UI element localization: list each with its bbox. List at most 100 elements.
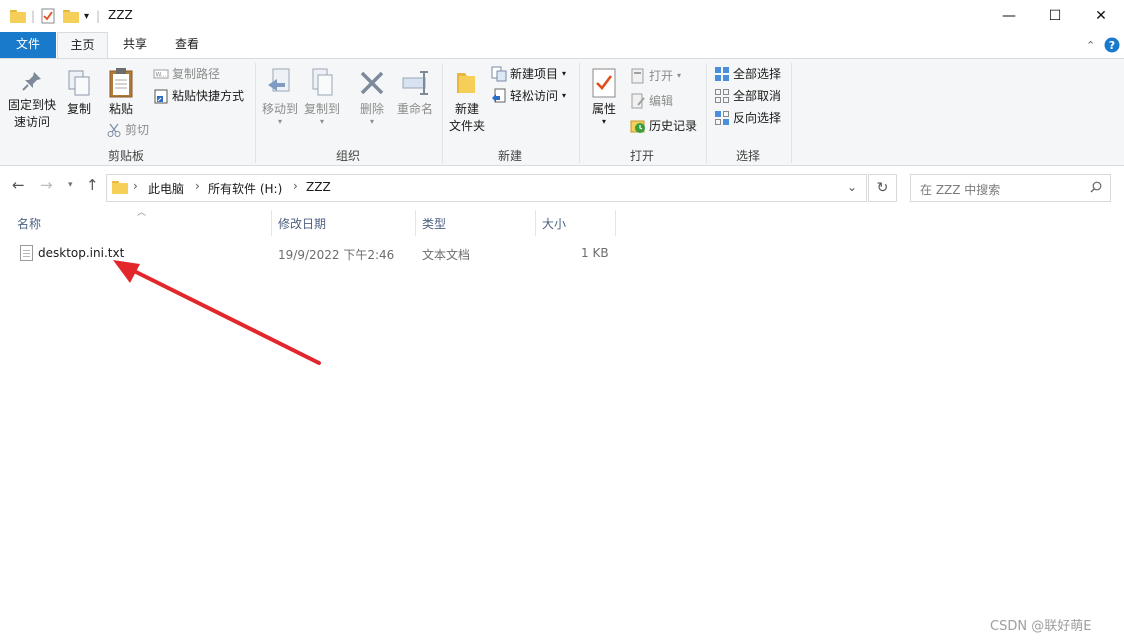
new-item-icon bbox=[491, 66, 507, 82]
column-divider[interactable] bbox=[535, 210, 536, 236]
column-divider[interactable] bbox=[415, 210, 416, 236]
file-modified: 19/9/2022 下午2:46 bbox=[278, 248, 395, 262]
new-item-button[interactable]: 新建项目 ▾ bbox=[491, 64, 566, 84]
group-label-open: 打开 bbox=[629, 149, 654, 163]
group-separator bbox=[255, 63, 256, 163]
forward-arrow-icon[interactable]: → bbox=[40, 176, 53, 194]
breadcrumb-drive[interactable]: 所有软件 (H:) bbox=[208, 180, 282, 197]
breadcrumb-separator[interactable]: › bbox=[133, 179, 138, 193]
open-button[interactable]: 打开 ▾ bbox=[630, 66, 681, 86]
edit-button[interactable]: 编辑 bbox=[630, 91, 673, 111]
file-type: 文本文档 bbox=[422, 248, 471, 262]
column-header-type[interactable]: 类型 bbox=[422, 215, 446, 232]
up-arrow-icon[interactable]: ↑ bbox=[86, 176, 99, 194]
history-button[interactable]: 历史记录 bbox=[630, 116, 697, 136]
breadcrumb-separator[interactable]: › bbox=[293, 179, 298, 193]
group-label-clipboard: 剪贴板 bbox=[107, 149, 144, 163]
back-arrow-icon[interactable]: ← bbox=[12, 176, 25, 194]
delete-button[interactable]: 删除 ▾ bbox=[354, 67, 390, 126]
customize-toolbar-icon[interactable]: ▾ bbox=[84, 7, 89, 25]
address-dropdown-icon[interactable]: ⌄ bbox=[847, 180, 857, 194]
file-row[interactable]: desktop.ini.txt 19/9/2022 下午2:46 文本文档 1 … bbox=[14, 243, 624, 265]
tab-view[interactable]: 查看 bbox=[164, 32, 210, 58]
sort-ascending-icon: ︿ bbox=[137, 208, 147, 218]
group-separator bbox=[791, 63, 792, 163]
new-folder-icon bbox=[457, 73, 475, 93]
group-label-organize: 组织 bbox=[335, 149, 360, 163]
rename-button[interactable]: 重命名 bbox=[394, 67, 436, 118]
copy-button[interactable]: 复制 bbox=[62, 69, 96, 118]
copy-icon bbox=[68, 70, 90, 96]
new-folder-quick-icon[interactable] bbox=[63, 7, 79, 25]
column-divider[interactable] bbox=[615, 210, 616, 236]
copy-to-button[interactable]: 复制到 ▾ bbox=[302, 67, 342, 126]
text-file-icon bbox=[20, 245, 33, 261]
pin-icon bbox=[22, 72, 41, 91]
tab-share[interactable]: 共享 bbox=[112, 32, 158, 58]
move-to-button[interactable]: 移动到 ▾ bbox=[260, 67, 300, 126]
properties-quick-icon[interactable] bbox=[41, 7, 55, 25]
svg-text:?: ? bbox=[1109, 39, 1115, 52]
divider: | bbox=[31, 9, 36, 23]
ribbon-tabs: 文件 主页 共享 查看 ⌃ ? bbox=[0, 32, 1124, 58]
new-folder-button[interactable]: 新建 文件夹 bbox=[446, 69, 488, 135]
folder-icon bbox=[112, 181, 128, 194]
breadcrumb-separator[interactable]: › bbox=[195, 179, 200, 193]
maximize-button[interactable]: ☐ bbox=[1032, 0, 1078, 32]
group-label-new: 新建 bbox=[497, 149, 522, 163]
file-size: 1 KB bbox=[581, 246, 609, 260]
invert-selection-button[interactable]: 反向选择 bbox=[714, 108, 781, 128]
watermark: CSDN @联好萌E bbox=[990, 619, 1092, 634]
group-separator bbox=[442, 63, 443, 163]
breadcrumb-current-folder[interactable]: ZZZ bbox=[306, 180, 331, 194]
divider: | bbox=[96, 9, 101, 23]
select-all-button[interactable]: 全部选择 bbox=[714, 64, 781, 84]
refresh-button[interactable]: ↻ bbox=[868, 174, 897, 202]
search-input[interactable]: 在 ZZZ 中搜索 bbox=[920, 181, 1000, 198]
close-button[interactable]: ✕ bbox=[1078, 0, 1124, 32]
tab-home[interactable]: 主页 bbox=[57, 32, 108, 58]
select-none-icon bbox=[714, 88, 730, 104]
copy-path-button[interactable]: W... 复制路径 bbox=[153, 64, 220, 84]
copy-to-icon bbox=[312, 68, 333, 96]
properties-button[interactable]: 属性 ▾ bbox=[586, 67, 622, 126]
select-none-button[interactable]: 全部取消 bbox=[714, 86, 781, 106]
paste-shortcut-button[interactable]: 粘贴快捷方式 bbox=[153, 86, 244, 106]
ribbon: 固定到快 速访问 复制 粘贴 W... 复制路径 粘贴快捷方式 剪切 剪贴板 移… bbox=[0, 58, 1124, 166]
recent-locations-icon[interactable]: ▾ bbox=[68, 180, 73, 190]
column-divider[interactable] bbox=[271, 210, 272, 236]
address-bar[interactable]: › 此电脑 › 所有软件 (H:) › ZZZ ⌄ bbox=[106, 174, 867, 202]
paste-shortcut-icon bbox=[153, 88, 169, 104]
help-icon[interactable]: ? bbox=[1104, 32, 1120, 58]
open-icon bbox=[630, 68, 646, 84]
easy-access-icon bbox=[491, 88, 507, 104]
group-separator bbox=[579, 63, 580, 163]
group-label-select: 选择 bbox=[735, 149, 760, 163]
search-icon bbox=[1090, 181, 1102, 193]
paste-button[interactable]: 粘贴 bbox=[104, 67, 138, 118]
easy-access-button[interactable]: 轻松访问 ▾ bbox=[491, 86, 566, 106]
svg-text:W...: W... bbox=[156, 72, 167, 79]
column-header-name[interactable]: 名称 bbox=[17, 215, 41, 232]
paste-icon bbox=[109, 68, 133, 98]
tab-file[interactable]: 文件 bbox=[0, 32, 56, 58]
history-icon bbox=[630, 118, 646, 134]
edit-icon bbox=[630, 93, 646, 109]
collapse-ribbon-icon[interactable]: ⌃ bbox=[1086, 32, 1095, 58]
scissors-icon bbox=[106, 122, 122, 138]
group-separator bbox=[706, 63, 707, 163]
minimize-button[interactable]: — bbox=[986, 0, 1032, 32]
breadcrumb-this-pc[interactable]: 此电脑 bbox=[148, 180, 184, 197]
invert-selection-icon bbox=[714, 110, 730, 126]
search-box[interactable]: 在 ZZZ 中搜索 bbox=[910, 174, 1111, 202]
properties-icon bbox=[592, 68, 616, 98]
cut-button[interactable]: 剪切 bbox=[106, 120, 149, 140]
column-header-size[interactable]: 大小 bbox=[542, 215, 566, 232]
window-title: ZZZ bbox=[108, 8, 133, 22]
pin-quick-access-button[interactable]: 固定到快 速访问 bbox=[6, 69, 58, 131]
title-bar: | ▾ | ZZZ — ☐ ✕ bbox=[0, 0, 1124, 32]
file-name: desktop.ini.txt bbox=[38, 246, 125, 260]
select-all-icon bbox=[714, 66, 730, 82]
rename-icon bbox=[402, 71, 428, 95]
column-header-modified[interactable]: 修改日期 bbox=[278, 215, 326, 232]
